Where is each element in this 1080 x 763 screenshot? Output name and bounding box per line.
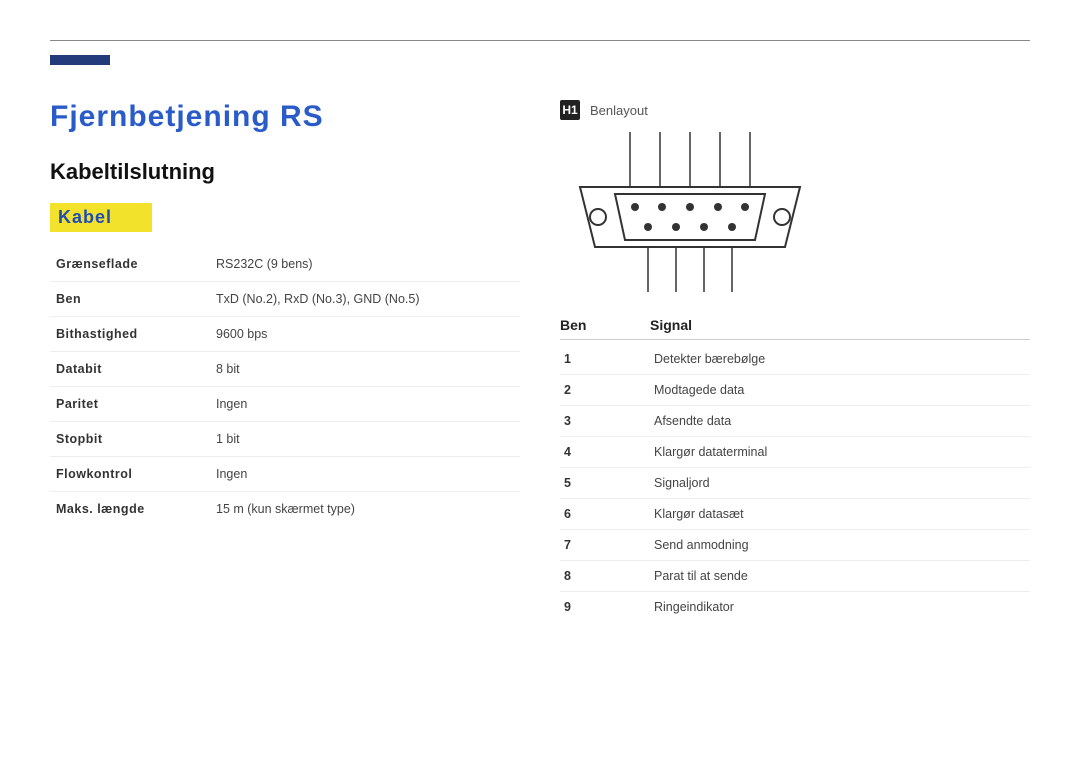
spec-row: Flowkontrol Ingen [50, 457, 520, 492]
spec-row: Stopbit 1 bit [50, 422, 520, 457]
page-title: Fjernbetjening RS [50, 100, 520, 134]
signal-table: 1 Detekter bærebølge 2 Modtagede data 3 … [560, 344, 1030, 622]
signal-pin: 7 [560, 530, 650, 560]
spec-value: 9600 bps [210, 317, 520, 351]
signal-name: Detekter bærebølge [650, 344, 1030, 374]
spec-label: Grænseflade [50, 247, 210, 281]
signal-row: 1 Detekter bærebølge [560, 344, 1030, 375]
signal-row: 6 Klargør datasæt [560, 499, 1030, 530]
spec-value: RS232C (9 bens) [210, 247, 520, 281]
spec-row: Databit 8 bit [50, 352, 520, 387]
spec-label: Ben [50, 282, 210, 316]
signal-pin: 3 [560, 406, 650, 436]
spec-row: Maks. længde 15 m (kun skærmet type) [50, 492, 520, 526]
signal-name: Send anmodning [650, 530, 1030, 560]
left-column: Fjernbetjening RS Kabeltilslutning Kabel… [50, 100, 520, 622]
signal-header-pin: Ben [560, 317, 650, 333]
signal-row: 2 Modtagede data [560, 375, 1030, 406]
spec-row: Paritet Ingen [50, 387, 520, 422]
signal-row: 3 Afsendte data [560, 406, 1030, 437]
signal-pin: 4 [560, 437, 650, 467]
spec-value: 15 m (kun skærmet type) [210, 492, 520, 526]
signal-name: Afsendte data [650, 406, 1030, 436]
signal-row: 4 Klargør dataterminal [560, 437, 1030, 468]
cable-section-heading: Kabeltilslutning [50, 159, 520, 185]
signal-row: 7 Send anmodning [560, 530, 1030, 561]
spec-label: Flowkontrol [50, 457, 210, 491]
signal-name: Modtagede data [650, 375, 1030, 405]
signal-pin: 6 [560, 499, 650, 529]
spec-label: Paritet [50, 387, 210, 421]
spec-label: Databit [50, 352, 210, 386]
spec-value: Ingen [210, 387, 520, 421]
spec-label: Bithastighed [50, 317, 210, 351]
signal-pin: 9 [560, 592, 650, 622]
signal-header-signal: Signal [650, 317, 1030, 333]
signal-name: Parat til at sende [650, 561, 1030, 591]
spec-row: Bithastighed 9600 bps [50, 317, 520, 352]
signal-name: Klargør dataterminal [650, 437, 1030, 467]
signal-pin: 8 [560, 561, 650, 591]
signal-name: Ringeindikator [650, 592, 1030, 622]
pin-layout-text: Benlayout [590, 103, 648, 118]
spec-row: Ben TxD (No.2), RxD (No.3), GND (No.5) [50, 282, 520, 317]
spec-value: 8 bit [210, 352, 520, 386]
top-accent-bar [50, 55, 110, 65]
signal-pin: 2 [560, 375, 650, 405]
spec-value: 1 bit [210, 422, 520, 456]
signal-row: 8 Parat til at sende [560, 561, 1030, 592]
signal-row: 9 Ringeindikator [560, 592, 1030, 622]
spec-table: Grænseflade RS232C (9 bens) Ben TxD (No.… [50, 247, 520, 526]
spec-value: TxD (No.2), RxD (No.3), GND (No.5) [210, 282, 520, 316]
db9-connector-icon [560, 132, 820, 292]
signal-table-header: Ben Signal [560, 317, 1030, 340]
spec-label: Maks. længde [50, 492, 210, 526]
spec-label: Stopbit [50, 422, 210, 456]
signal-row: 5 Signaljord [560, 468, 1030, 499]
signal-name: Klargør datasæt [650, 499, 1030, 529]
db9-connector-figure [560, 132, 1030, 292]
right-column: H1 Benlayout [560, 100, 1030, 622]
cable-subheading: Kabel [50, 203, 152, 232]
pin-layout-key: H1 [560, 100, 580, 120]
top-divider [50, 40, 1030, 41]
signal-pin: 1 [560, 344, 650, 374]
pin-layout-label-row: H1 Benlayout [560, 100, 1030, 120]
signal-pin: 5 [560, 468, 650, 498]
signal-name: Signaljord [650, 468, 1030, 498]
spec-row: Grænseflade RS232C (9 bens) [50, 247, 520, 282]
spec-value: Ingen [210, 457, 520, 491]
